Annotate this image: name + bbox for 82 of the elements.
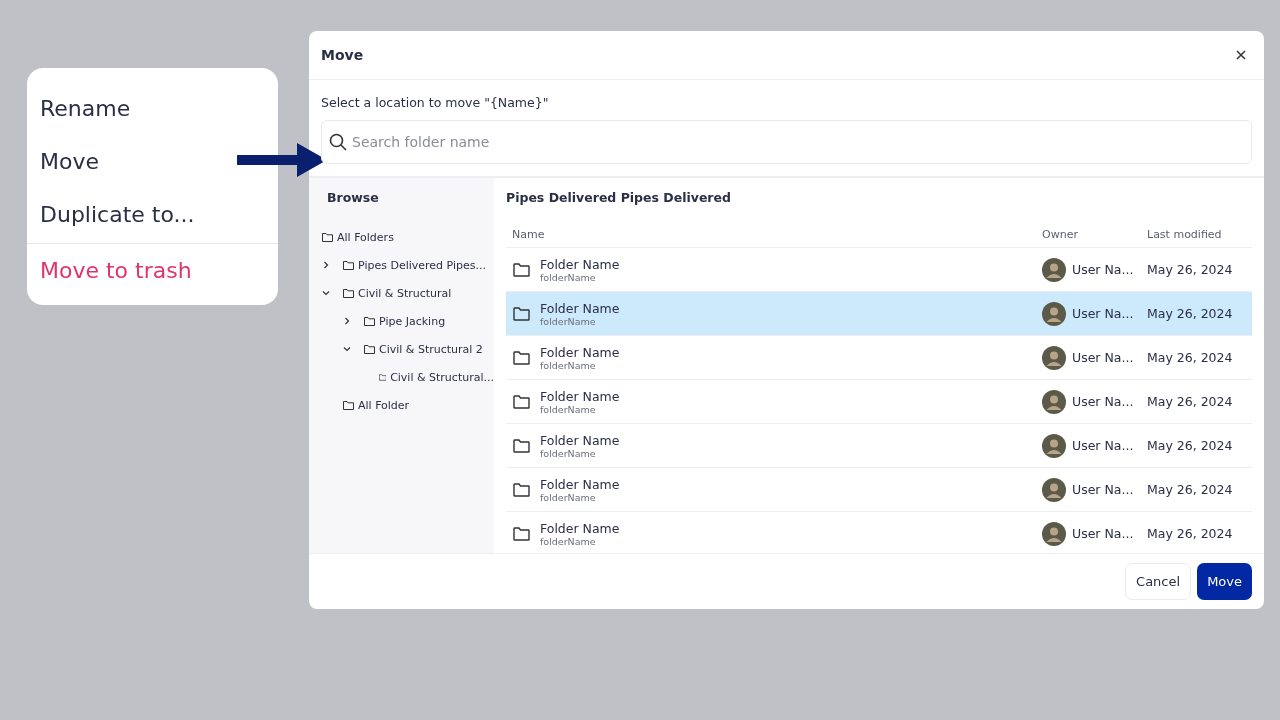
owner-name: User Na... <box>1072 482 1134 497</box>
folder-name: Folder Name <box>540 520 620 536</box>
menu-item[interactable]: Move <box>27 135 278 188</box>
caret-icon[interactable] <box>343 345 351 353</box>
caret-icon[interactable] <box>322 289 330 297</box>
folder-row[interactable]: Folder Name folderName User Na... May 26, 2024 <box>506 468 1252 512</box>
modified-date: May 26, 2024 <box>1147 438 1234 453</box>
search-field[interactable]: Search folder name <box>321 120 1252 164</box>
avatar-icon <box>1042 433 1066 458</box>
tree-item[interactable]: Pipe Jacking <box>379 314 446 328</box>
folder-row[interactable]: Folder Name folderName User Na... May 26, 2024 <box>506 336 1252 380</box>
folder-subname: folderName <box>540 403 597 415</box>
prompt-text: Select a location to move "{Name}" <box>320 94 550 112</box>
tree-item[interactable]: Civil & Structural... <box>390 370 494 384</box>
folder-icon <box>343 400 354 410</box>
owner-name: User Na... <box>1072 526 1134 541</box>
folder-name: Folder Name <box>540 388 620 404</box>
avatar-icon <box>1042 301 1066 326</box>
avatar-icon <box>1042 257 1066 282</box>
cancel-button[interactable]: Cancel <box>1125 563 1192 600</box>
owner-name: User Na... <box>1072 306 1134 321</box>
folder-icon <box>364 344 375 354</box>
tree-item[interactable]: All Folder <box>358 398 410 412</box>
folder-subname: folderName <box>540 315 597 327</box>
folder-icon <box>513 306 530 321</box>
folder-subname: folderName <box>540 359 597 371</box>
tree-item[interactable]: All Folders <box>337 230 394 244</box>
dialog-title: Move <box>321 47 364 63</box>
caret-icon[interactable] <box>322 261 330 269</box>
folder-icon <box>513 438 530 453</box>
owner-name: User Na... <box>1072 438 1134 453</box>
search-icon <box>329 133 347 151</box>
folder-row[interactable]: Folder Name folderName User Na... May 26, 2024 <box>506 292 1252 336</box>
column-header: Last modified <box>1147 227 1223 241</box>
modified-date: May 26, 2024 <box>1147 262 1234 277</box>
browse-title: Browse <box>326 190 380 207</box>
caret-icon[interactable] <box>343 317 351 325</box>
folder-title: Pipes Delivered Pipes Delivered <box>506 190 732 207</box>
owner-name: User Na... <box>1072 394 1134 409</box>
owner-name: User Na... <box>1072 350 1134 365</box>
menu-item[interactable]: Duplicate to... <box>27 188 278 241</box>
move-button[interactable]: Move <box>1197 563 1252 600</box>
folder-subname: folderName <box>540 271 597 283</box>
folder-name: Folder Name <box>540 344 620 360</box>
avatar-icon <box>1042 345 1066 370</box>
modified-date: May 26, 2024 <box>1147 526 1234 541</box>
folder-subname: folderName <box>540 535 597 547</box>
folder-name: Folder Name <box>540 476 620 492</box>
avatar-icon <box>1042 389 1066 414</box>
folder-icon <box>364 316 375 326</box>
tree-item[interactable]: Civil & Structural <box>358 286 452 300</box>
owner-name: User Na... <box>1072 262 1134 277</box>
menu-item[interactable]: Rename <box>27 82 278 135</box>
tree-item[interactable]: Pipes Delivered Pipes... <box>358 258 486 272</box>
folder-name: Folder Name <box>540 256 620 272</box>
modified-date: May 26, 2024 <box>1147 350 1234 365</box>
folder-row[interactable]: Folder Name folderName User Na... May 26, 2024 <box>506 424 1252 468</box>
column-header: Owner <box>1042 227 1079 241</box>
folder-row[interactable]: Folder Name folderName User Na... May 26, 2024 <box>506 380 1252 424</box>
avatar-icon <box>1042 477 1066 502</box>
folder-icon <box>513 526 530 541</box>
modified-date: May 26, 2024 <box>1147 394 1234 409</box>
folder-row[interactable]: Folder Name folderName User Na... May 26, 2024 <box>506 512 1252 553</box>
folder-name: Folder Name <box>540 432 620 448</box>
folder-icon <box>343 288 354 298</box>
folder-name: Folder Name <box>540 300 620 316</box>
folder-icon <box>513 394 530 409</box>
close-icon[interactable] <box>1236 50 1246 60</box>
tree-item[interactable]: Civil & Structural 2 <box>379 342 483 356</box>
folder-icon <box>513 262 530 277</box>
avatar-icon <box>1042 521 1066 546</box>
modified-date: May 26, 2024 <box>1147 306 1234 321</box>
column-header: Name <box>512 227 546 241</box>
folder-icon <box>513 350 530 365</box>
folder-icon <box>513 482 530 497</box>
folder-icon <box>343 260 354 270</box>
folder-icon <box>378 372 387 382</box>
menu-item[interactable]: Move to trash <box>27 244 278 297</box>
folder-subname: folderName <box>540 447 597 459</box>
modified-date: May 26, 2024 <box>1147 482 1234 497</box>
folder-icon <box>322 232 333 242</box>
folder-subname: folderName <box>540 491 597 503</box>
